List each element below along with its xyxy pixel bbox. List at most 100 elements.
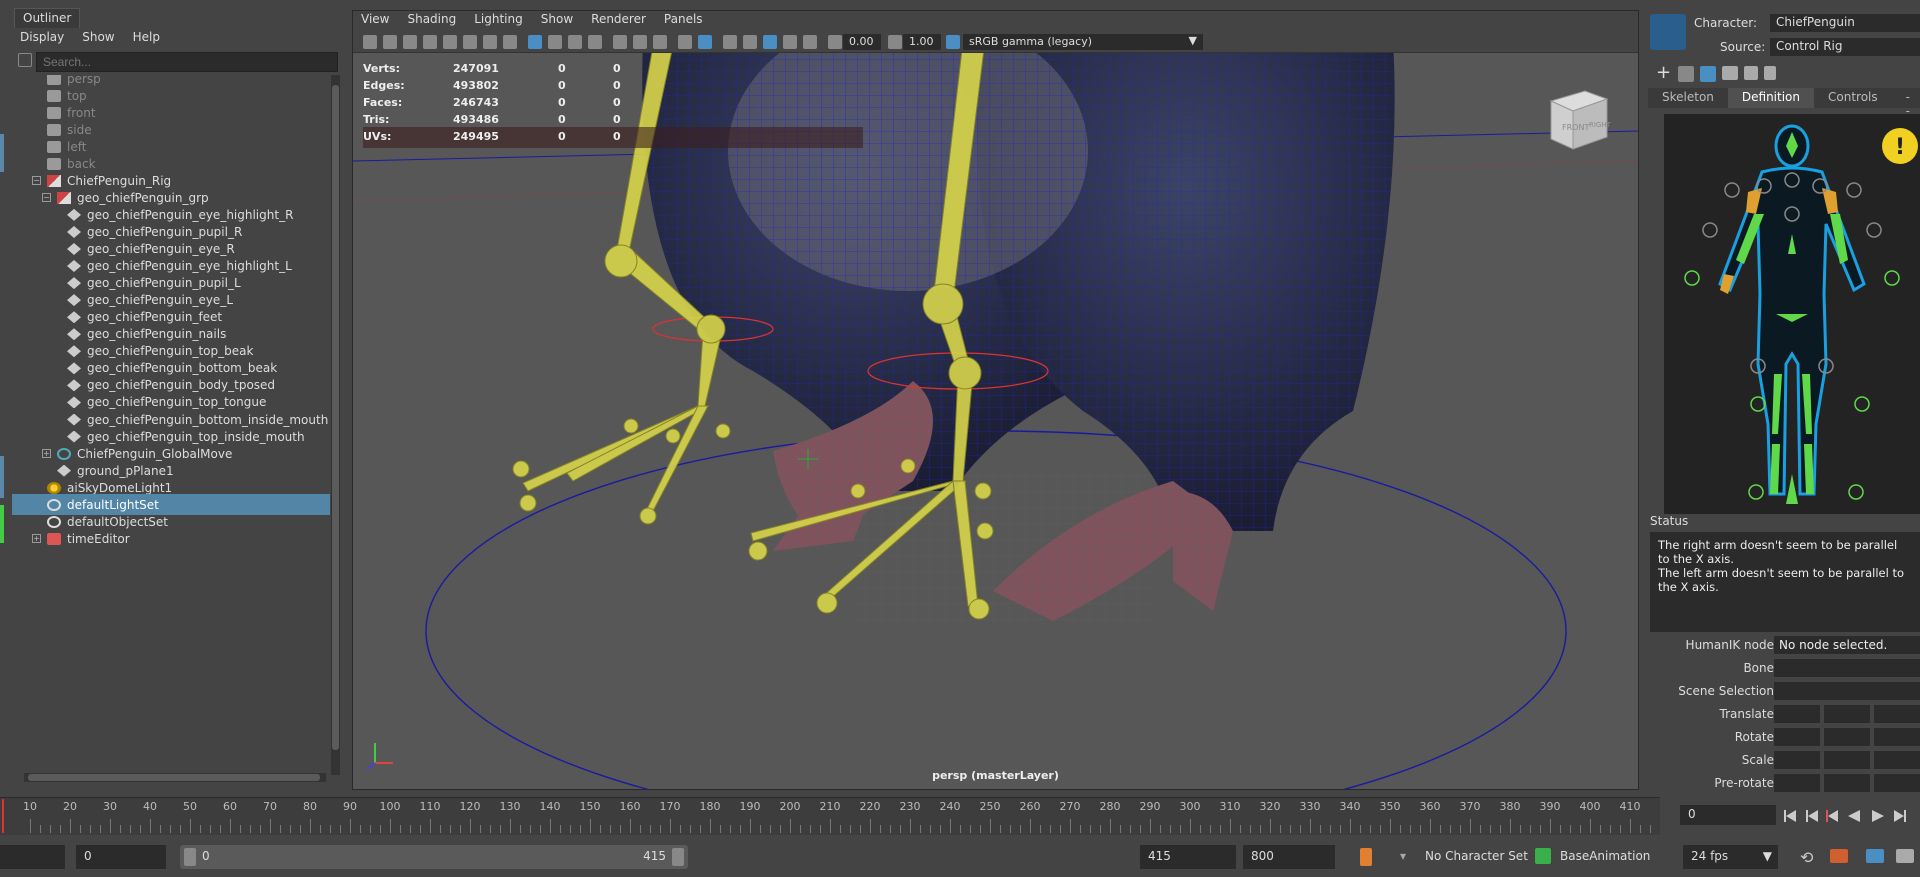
chevron-down-icon[interactable]: ▾	[1400, 849, 1406, 863]
outliner-vertical-scrollbar[interactable]	[331, 75, 340, 775]
resolution-gate-icon[interactable]	[483, 35, 497, 49]
playback-end-field[interactable]: 415	[1140, 845, 1236, 869]
expand-icon[interactable]: +	[42, 449, 51, 459]
default-material-icon[interactable]	[783, 35, 797, 49]
property-field[interactable]	[1774, 751, 1820, 769]
camera-select-icon[interactable]	[363, 35, 377, 49]
camera-attr-icon[interactable]	[383, 35, 397, 49]
image-plane-icon[interactable]	[423, 35, 437, 49]
delete-icon[interactable]	[1764, 66, 1776, 80]
exposure-field[interactable]: 0.00	[843, 34, 881, 50]
menu-show[interactable]: Show	[541, 12, 573, 30]
menu-show[interactable]: Show	[82, 30, 114, 48]
joint-xray-icon[interactable]	[763, 35, 777, 49]
step-back-frame-icon[interactable]	[1826, 810, 1838, 822]
step-forward-icon[interactable]	[1894, 810, 1906, 822]
gate-mask-icon[interactable]	[503, 35, 517, 49]
outliner-horizontal-scrollbar[interactable]	[24, 773, 326, 782]
play-backwards-icon[interactable]	[1848, 810, 1860, 822]
aa-icon[interactable]	[803, 35, 817, 49]
property-field[interactable]	[1824, 728, 1870, 746]
menu-lighting[interactable]: Lighting	[474, 12, 523, 30]
menu-view[interactable]: View	[361, 12, 389, 30]
shadows-icon[interactable]	[613, 35, 627, 49]
collapse-icon[interactable]: −	[32, 176, 41, 186]
color-space-dropdown[interactable]: sRGB gamma (legacy) ▼	[963, 34, 1203, 50]
select-camera-icon[interactable]	[743, 35, 757, 49]
property-field[interactable]	[1874, 751, 1920, 769]
auto-key-icon[interactable]	[1360, 848, 1372, 866]
anim-end-field[interactable]: 800	[1243, 845, 1335, 869]
search-input[interactable]	[36, 52, 338, 72]
property-field[interactable]	[1824, 705, 1870, 723]
add-icon[interactable]: +	[1656, 62, 1671, 83]
play-forwards-icon[interactable]	[1872, 810, 1884, 822]
texture-icon[interactable]	[568, 35, 582, 49]
property-field[interactable]	[1774, 728, 1820, 746]
character-dropdown[interactable]: ChiefPenguin	[1770, 14, 1920, 32]
loop-icon[interactable]: ⟲	[1800, 848, 1813, 867]
fps-dropdown[interactable]: 24 fps ▼	[1683, 845, 1778, 869]
exposure-icon[interactable]	[828, 35, 842, 49]
open-folder-icon[interactable]	[1722, 66, 1738, 80]
wireframe-icon[interactable]	[528, 35, 542, 49]
collapse-icon[interactable]: −	[42, 193, 51, 203]
sound-icon[interactable]	[1830, 849, 1848, 863]
mirror-icon[interactable]	[1700, 66, 1716, 82]
search-options-icon[interactable]	[18, 53, 32, 67]
property-field[interactable]	[1774, 682, 1920, 700]
menu-panels[interactable]: Panels	[664, 12, 703, 30]
lights-icon[interactable]	[588, 35, 602, 49]
tab-controls[interactable]: Controls	[1814, 88, 1892, 108]
viewport-panel[interactable]: View Shading Lighting Show Renderer Pane…	[352, 10, 1639, 790]
source-dropdown[interactable]: Control Rig	[1770, 38, 1920, 56]
property-field[interactable]	[1874, 728, 1920, 746]
xray-icon[interactable]	[633, 35, 647, 49]
preferences-icon[interactable]	[1896, 849, 1914, 863]
ao-icon[interactable]	[678, 35, 692, 49]
playback-start-field[interactable]: 0	[76, 845, 166, 869]
isolate-icon[interactable]	[698, 35, 712, 49]
viewcube[interactable]: FRONT RIGHT	[1543, 83, 1613, 153]
property-field[interactable]	[1874, 774, 1920, 792]
anim-layer-button[interactable]: BaseAnimation	[1560, 849, 1650, 863]
menu-renderer[interactable]: Renderer	[591, 12, 646, 30]
tab-more[interactable]: ---	[1892, 88, 1920, 132]
lock-icon[interactable]	[1678, 66, 1694, 82]
expand-icon[interactable]: +	[32, 534, 41, 544]
step-back-key-icon[interactable]	[1806, 810, 1818, 822]
property-field[interactable]	[1774, 774, 1820, 792]
grid-icon[interactable]	[443, 35, 457, 49]
range-end-handle[interactable]	[672, 848, 684, 866]
property-field[interactable]	[1874, 705, 1920, 723]
go-to-start-icon[interactable]	[1784, 810, 1796, 822]
range-start-handle[interactable]	[184, 848, 196, 866]
humanik-node-field[interactable]: No node selected.	[1774, 636, 1920, 654]
save-icon[interactable]	[1744, 66, 1758, 80]
time-slider[interactable]: 10 20 30 40 50 60 70 80 90 100 110 120 130 140 150 160 1…	[0, 797, 1661, 835]
menu-shading[interactable]: Shading	[407, 12, 456, 30]
current-frame-field[interactable]: 0	[1680, 805, 1776, 825]
xray-joints-icon[interactable]	[653, 35, 667, 49]
tab-skeleton[interactable]: Skeleton	[1648, 88, 1728, 108]
smooth-shade-icon[interactable]	[548, 35, 562, 49]
character-definition-figure[interactable]: !	[1664, 114, 1920, 514]
menu-display[interactable]: Display	[20, 30, 64, 48]
gamma-icon[interactable]	[888, 35, 902, 49]
property-field[interactable]	[1774, 659, 1920, 677]
color-management-icon[interactable]	[946, 35, 960, 49]
range-slider[interactable]: 0 415	[180, 845, 688, 869]
film-gate-icon[interactable]	[463, 35, 477, 49]
property-field[interactable]	[1824, 751, 1870, 769]
outliner-item[interactable]: + timeEditor	[12, 528, 330, 549]
anim-start-field[interactable]	[0, 845, 65, 869]
property-field[interactable]	[1824, 774, 1870, 792]
menu-help[interactable]: Help	[133, 30, 160, 48]
character-set-button[interactable]: No Character Set	[1425, 849, 1528, 863]
property-field[interactable]	[1774, 705, 1820, 723]
bookmark-icon[interactable]	[403, 35, 417, 49]
gamma-field[interactable]: 1.00	[903, 34, 941, 50]
outliner-tab[interactable]: Outliner	[14, 8, 81, 28]
hud-icon[interactable]	[723, 35, 737, 49]
cache-icon[interactable]	[1866, 849, 1884, 863]
